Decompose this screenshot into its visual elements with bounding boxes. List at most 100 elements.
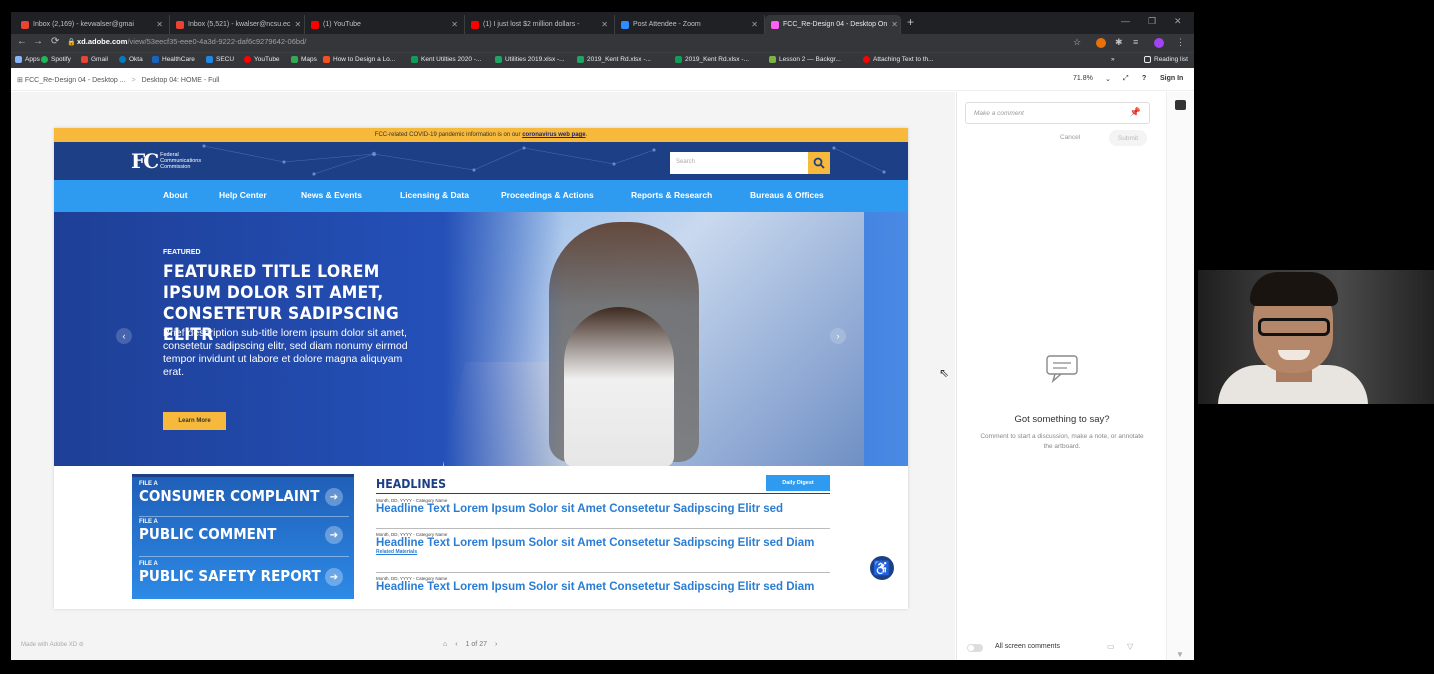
home-icon[interactable]: ⌂ (443, 641, 447, 648)
close-icon[interactable]: ✕ (451, 20, 458, 29)
hide-comments-icon[interactable]: ▭ (1107, 642, 1115, 651)
media-icon[interactable]: ≡ (1133, 37, 1138, 47)
nav-proceedings-actions[interactable]: Proceedings & Actions (501, 190, 594, 200)
sign-in-link[interactable]: Sign In (1160, 75, 1183, 82)
url-field[interactable]: xd.adobe.com/view/53eecf35-eee0-4a3d-922… (77, 37, 306, 46)
bookmark-label: Utilities 2019.xlsx -... (505, 56, 565, 63)
file-public-safety-report[interactable]: FILE A PUBLIC SAFETY REPORT ➔ (139, 561, 349, 599)
breadcrumb-separator: > (131, 77, 136, 84)
nav-help-center[interactable]: Help Center (219, 190, 267, 200)
close-icon[interactable]: ✕ (891, 20, 898, 29)
nav-about[interactable]: About (163, 190, 188, 200)
back-icon[interactable]: ← (17, 36, 27, 47)
bookmark-okta[interactable]: Okta (119, 56, 143, 63)
maximize-icon[interactable]: ❐ (1148, 16, 1156, 27)
bookmark-maps[interactable]: Maps (291, 56, 317, 63)
bookmark-secu[interactable]: SECU (206, 56, 234, 63)
bookmark-spotify[interactable]: Spotify (41, 56, 71, 63)
tab-gmail-ncsu[interactable]: Inbox (5,521) - kwalser@ncsu.ec ✕ (170, 15, 305, 34)
bookmark-healthcare[interactable]: HealthCare (152, 56, 195, 63)
nav-news-events[interactable]: News & Events (301, 190, 362, 200)
menu-icon[interactable]: ⋮ (1176, 37, 1185, 48)
eye-off-icon[interactable]: ⊘ (79, 642, 84, 648)
close-icon[interactable]: ✕ (751, 20, 758, 29)
headline-text[interactable]: Headline Text Lorem Ipsum Solor sit Amet… (376, 537, 832, 549)
tab-title: Inbox (5,521) - kwalser@ncsu.ec (188, 21, 291, 28)
bookmarks-overflow[interactable]: » (1111, 56, 1115, 63)
daily-digest-button[interactable]: Daily Digest (766, 475, 830, 491)
close-window-icon[interactable]: ✕ (1174, 16, 1182, 27)
forward-icon[interactable]: → (33, 36, 43, 47)
headline-item[interactable]: Month, DD, YYYY - Category Name Headline… (376, 498, 832, 515)
accessibility-icon[interactable]: ♿ (870, 556, 894, 580)
nav-licensing-data[interactable]: Licensing & Data (400, 190, 469, 200)
chevron-down-icon[interactable]: ⌄ (1105, 75, 1111, 83)
bookmark-kent-rd-1[interactable]: 2019_Kent Rd.xlsx -... (577, 56, 651, 63)
tab-title: Post Attendee - Zoom (633, 21, 701, 28)
bookmark-design[interactable]: How to Design a Lo... (323, 56, 395, 63)
fcc-search-input[interactable]: Search (670, 152, 830, 174)
tab-gmail-personal[interactable]: Inbox (2,169) - kevwalser@gmai ✕ (15, 15, 170, 34)
star-icon[interactable]: ☆ (1073, 37, 1081, 48)
bookmark-utilities-2019[interactable]: Utilities 2019.xlsx -... (495, 56, 565, 63)
fcc-logo[interactable]: FC Federal Communications Commission (131, 149, 201, 173)
carousel-next-arrow-icon[interactable]: › (830, 328, 846, 344)
zoom-level[interactable]: 71.8% (1073, 75, 1093, 82)
bookmark-apps[interactable]: Apps (15, 56, 40, 63)
comment-submit-button[interactable]: Submit (1109, 130, 1147, 146)
bookmark-attaching-text[interactable]: Attaching Text to th... (863, 56, 934, 63)
headline-text[interactable]: Headline Text Lorem Ipsum Solor sit Amet… (376, 503, 832, 515)
file-actions-panel: FILE A CONSUMER COMPLAINT ➔ FILE A PUBLI… (132, 474, 354, 599)
comment-icon[interactable] (1175, 100, 1186, 110)
prev-artboard-icon[interactable]: ‹ (455, 641, 457, 648)
comment-cancel-button[interactable]: Cancel (1060, 134, 1080, 141)
bookmark-youtube[interactable]: YouTube (244, 56, 280, 63)
help-icon[interactable]: ? (1142, 75, 1146, 82)
filter-icon[interactable]: ▽ (1127, 642, 1133, 651)
bookmark-lesson-2[interactable]: Lesson 2 — Backgr... (769, 56, 841, 63)
grid-icon[interactable]: ⊞ (17, 77, 23, 84)
funnel-icon[interactable]: ▼ (1176, 650, 1184, 659)
bookmark-kent-utilities[interactable]: Kent Utilties 2020 -... (411, 56, 481, 63)
profile-avatar[interactable] (1154, 38, 1164, 48)
minimize-icon[interactable]: — (1121, 16, 1130, 26)
pin-icon[interactable]: 📌 (1130, 107, 1141, 118)
extension-icon[interactable] (1096, 38, 1106, 48)
okta-icon (119, 56, 126, 63)
file-public-comment[interactable]: FILE A PUBLIC COMMENT ➔ (139, 519, 349, 557)
bookmark-gmail[interactable]: Gmail (81, 56, 108, 63)
tab-zoom[interactable]: Post Attendee - Zoom ✕ (615, 15, 765, 34)
fullscreen-icon[interactable]: ⤢ (1123, 75, 1129, 83)
learn-more-button[interactable]: Learn More (163, 412, 226, 430)
headline-item[interactable]: Month, DD, YYYY - Category Name Headline… (376, 532, 832, 555)
nav-reports-research[interactable]: Reports & Research (631, 190, 712, 200)
reading-list[interactable]: Reading list (1144, 56, 1188, 63)
close-icon[interactable]: ✕ (156, 20, 163, 29)
search-button[interactable] (808, 152, 830, 174)
headlines-title: HEADLINES (376, 476, 447, 491)
all-screen-comments-toggle[interactable] (967, 644, 983, 652)
bookmark-kent-rd-2[interactable]: 2019_Kent Rd.xlsx -... (675, 56, 749, 63)
covid-link[interactable]: coronavirus web page (522, 132, 585, 138)
gmail-icon (21, 20, 29, 29)
close-icon[interactable]: ✕ (601, 20, 608, 29)
tab-adobe-xd[interactable]: FCC_Re-Design 04 - Desktop On ✕ (765, 15, 901, 34)
comment-input[interactable]: Make a comment 📌 (965, 102, 1150, 124)
carousel-prev-arrow-icon[interactable]: ‹ (116, 328, 132, 344)
reload-icon[interactable]: ⟳ (51, 36, 59, 47)
tab-youtube[interactable]: (1) YouTube ✕ (305, 15, 465, 34)
comments-footer: All screen comments ▭ ▽ (957, 638, 1167, 660)
breadcrumb-document[interactable]: FCC_Re-Design 04 - Desktop ... (25, 77, 126, 84)
tab-youtube-video[interactable]: (1) I just lost $2 million dollars - ✕ (465, 15, 615, 34)
file-consumer-complaint[interactable]: FILE A CONSUMER COMPLAINT ➔ (139, 481, 349, 517)
new-tab-button[interactable]: + (907, 15, 914, 29)
artboard[interactable]: FCC-related COVID-19 pandemic informatio… (54, 128, 908, 609)
headline-text[interactable]: Headline Text Lorem Ipsum Solor sit Amet… (376, 581, 832, 593)
puzzle-icon[interactable]: ✱ (1115, 37, 1123, 48)
headline-item[interactable]: Month, DD, YYYY - Category Name Headline… (376, 576, 832, 593)
bookmark-label: Gmail (91, 56, 108, 63)
related-materials-link[interactable]: Related Materials (376, 549, 832, 555)
next-artboard-icon[interactable]: › (495, 641, 497, 648)
nav-bureaus-offices[interactable]: Bureaus & Offices (750, 190, 824, 200)
close-icon[interactable]: ✕ (294, 20, 301, 29)
